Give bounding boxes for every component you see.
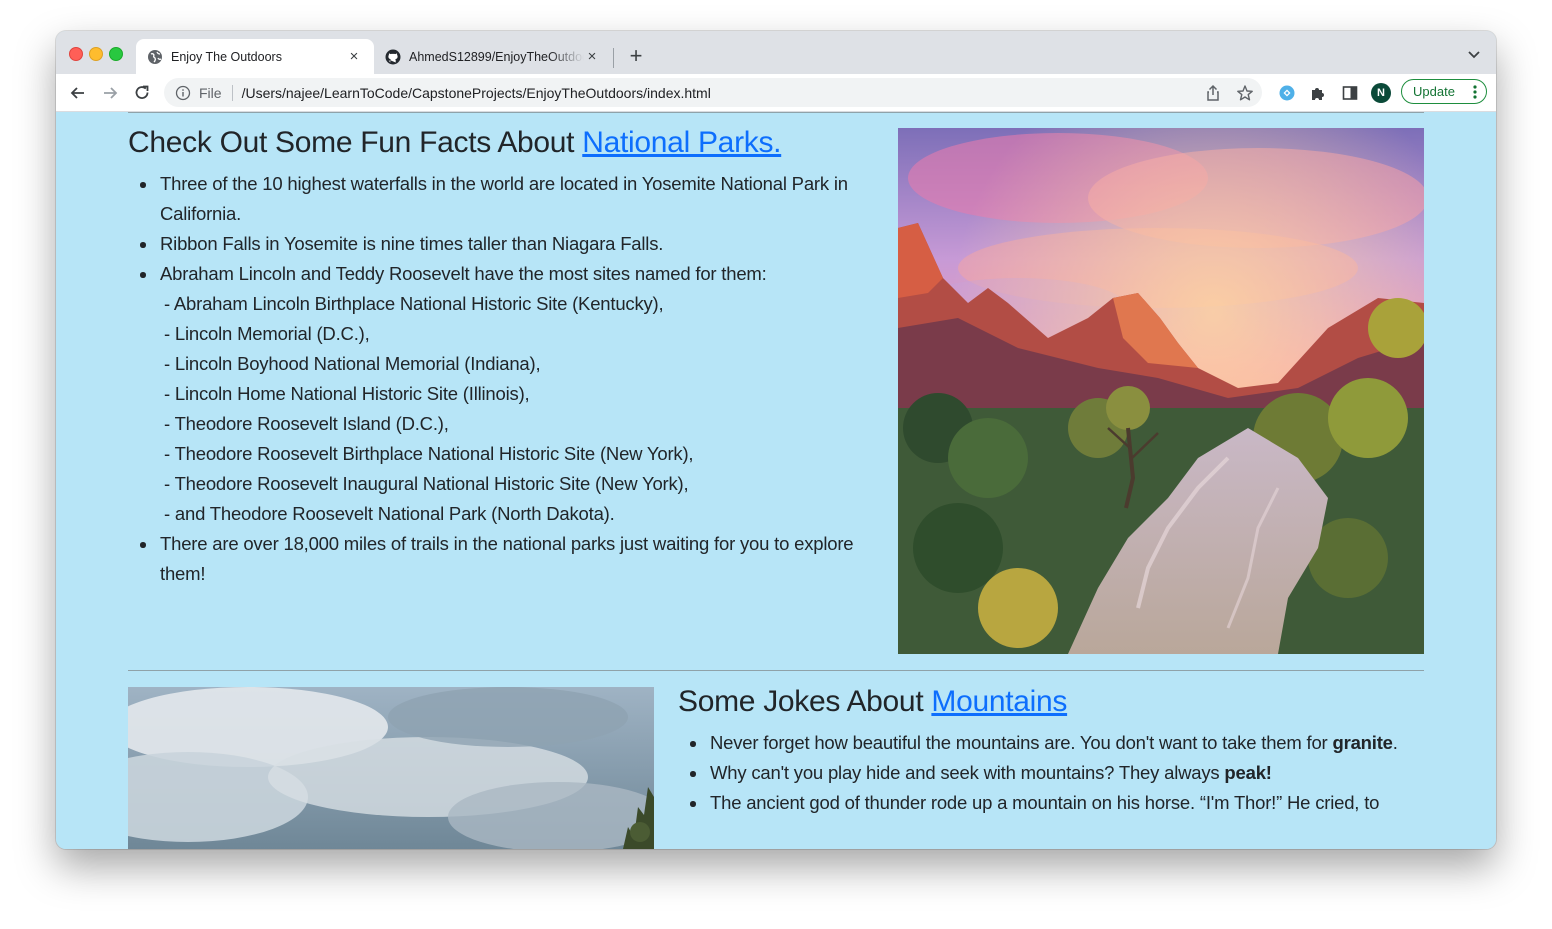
- jokes-list: Never forget how beautiful the mountains…: [678, 728, 1398, 818]
- national-parks-link[interactable]: National Parks.: [582, 126, 781, 159]
- profile-avatar[interactable]: N: [1371, 83, 1391, 103]
- tab-github-repo[interactable]: AhmedS12899/EnjoyTheOutdoors ×: [374, 39, 612, 74]
- fun-facts-heading: Check Out Some Fun Facts About National …: [128, 126, 782, 160]
- plus-icon[interactable]: +: [624, 43, 648, 69]
- list-item: Three of the 10 highest waterfalls in th…: [128, 169, 868, 229]
- joke-end: .: [1392, 732, 1398, 753]
- tab-enjoy-the-outdoors[interactable]: Enjoy The Outdoors ×: [136, 39, 374, 74]
- kebab-menu-icon[interactable]: [1473, 85, 1477, 99]
- extension-icon[interactable]: [1278, 84, 1296, 102]
- zoom-window-button[interactable]: [109, 47, 123, 61]
- fact-text: Abraham Lincoln and Teddy Roosevelt have…: [160, 263, 767, 284]
- fact-text: Ribbon Falls in Yosemite is nine times t…: [160, 233, 664, 254]
- star-icon[interactable]: [1236, 84, 1254, 102]
- address-bar[interactable]: File /Users/najee/LearnToCode/CapstonePr…: [164, 78, 1262, 107]
- tab-title: AhmedS12899/EnjoyTheOutdoors: [409, 49, 584, 64]
- tab-title: Enjoy The Outdoors: [171, 49, 282, 64]
- toolbar: File /Users/najee/LearnToCode/CapstonePr…: [56, 74, 1496, 112]
- info-icon[interactable]: [175, 85, 191, 101]
- close-icon[interactable]: ×: [346, 48, 362, 65]
- reload-icon[interactable]: [132, 83, 152, 103]
- browser-window: Enjoy The Outdoors × AhmedS12899/EnjoyTh…: [56, 31, 1496, 849]
- joke-text: The ancient god of thunder rode up a mou…: [710, 792, 1380, 813]
- list-item: There are over 18,000 miles of trails in…: [128, 529, 868, 589]
- jokes-heading: Some Jokes About Mountains: [678, 685, 1067, 719]
- side-panel-icon[interactable]: [1341, 84, 1359, 102]
- github-icon: [385, 49, 401, 64]
- fact-text: There are over 18,000 miles of trails in…: [160, 533, 854, 584]
- site-item: - Lincoln Home National Historic Site (I…: [164, 383, 530, 404]
- list-item: Abraham Lincoln and Teddy Roosevelt have…: [128, 259, 868, 529]
- divider-top: [128, 112, 1424, 113]
- site-item: - Theodore Roosevelt Birthplace National…: [164, 443, 694, 464]
- share-icon[interactable]: [1204, 84, 1222, 102]
- close-icon[interactable]: ×: [584, 48, 600, 65]
- fun-facts-list: Three of the 10 highest waterfalls in th…: [128, 169, 868, 589]
- minimize-window-button[interactable]: [89, 47, 103, 61]
- globe-icon: [148, 49, 162, 64]
- chevron-down-icon[interactable]: [1466, 46, 1482, 62]
- mountains-link[interactable]: Mountains: [931, 685, 1067, 718]
- url-text[interactable]: /Users/najee/LearnToCode/CapstoneProject…: [242, 85, 711, 101]
- joke-punchline: peak!: [1224, 762, 1272, 783]
- site-item: - Lincoln Boyhood National Memorial (Ind…: [164, 353, 541, 374]
- joke-text: Never forget how beautiful the mountains…: [710, 732, 1333, 753]
- puzzle-icon[interactable]: [1309, 84, 1327, 102]
- list-item: Never forget how beautiful the mountains…: [678, 728, 1398, 758]
- list-item: Why can't you play hide and seek with mo…: [678, 758, 1398, 788]
- tab-separator: [613, 48, 614, 68]
- list-item: The ancient god of thunder rode up a mou…: [678, 788, 1398, 818]
- forward-arrow-icon[interactable]: [100, 83, 120, 103]
- update-label: Update: [1413, 84, 1455, 99]
- divider-middle: [128, 670, 1424, 671]
- site-item: - Theodore Roosevelt Island (D.C.),: [164, 413, 449, 434]
- close-window-button[interactable]: [69, 47, 83, 61]
- omnibox-divider: [231, 84, 233, 101]
- page-content: Check Out Some Fun Facts About National …: [56, 112, 1496, 849]
- back-arrow-icon[interactable]: [68, 83, 88, 103]
- heading-text: Check Out Some Fun Facts About: [128, 126, 583, 159]
- url-scheme: File: [199, 84, 222, 101]
- tab-strip: Enjoy The Outdoors × AhmedS12899/EnjoyTh…: [56, 31, 1496, 74]
- zion-canyon-image: [898, 128, 1424, 654]
- fact-text: Three of the 10 highest waterfalls in th…: [160, 173, 848, 224]
- update-button[interactable]: Update: [1401, 79, 1487, 104]
- joke-punchline: granite: [1332, 732, 1393, 753]
- heading-text: Some Jokes About: [678, 685, 932, 718]
- list-item: Ribbon Falls in Yosemite is nine times t…: [128, 229, 868, 259]
- site-item: - Abraham Lincoln Birthplace National Hi…: [164, 293, 664, 314]
- joke-text: Why can't you play hide and seek with mo…: [710, 762, 1225, 783]
- mountain-sky-image: [128, 687, 654, 849]
- site-item: - Theodore Roosevelt Inaugural National …: [164, 473, 689, 494]
- site-item: - Lincoln Memorial (D.C.),: [164, 323, 370, 344]
- site-item: - and Theodore Roosevelt National Park (…: [164, 503, 615, 524]
